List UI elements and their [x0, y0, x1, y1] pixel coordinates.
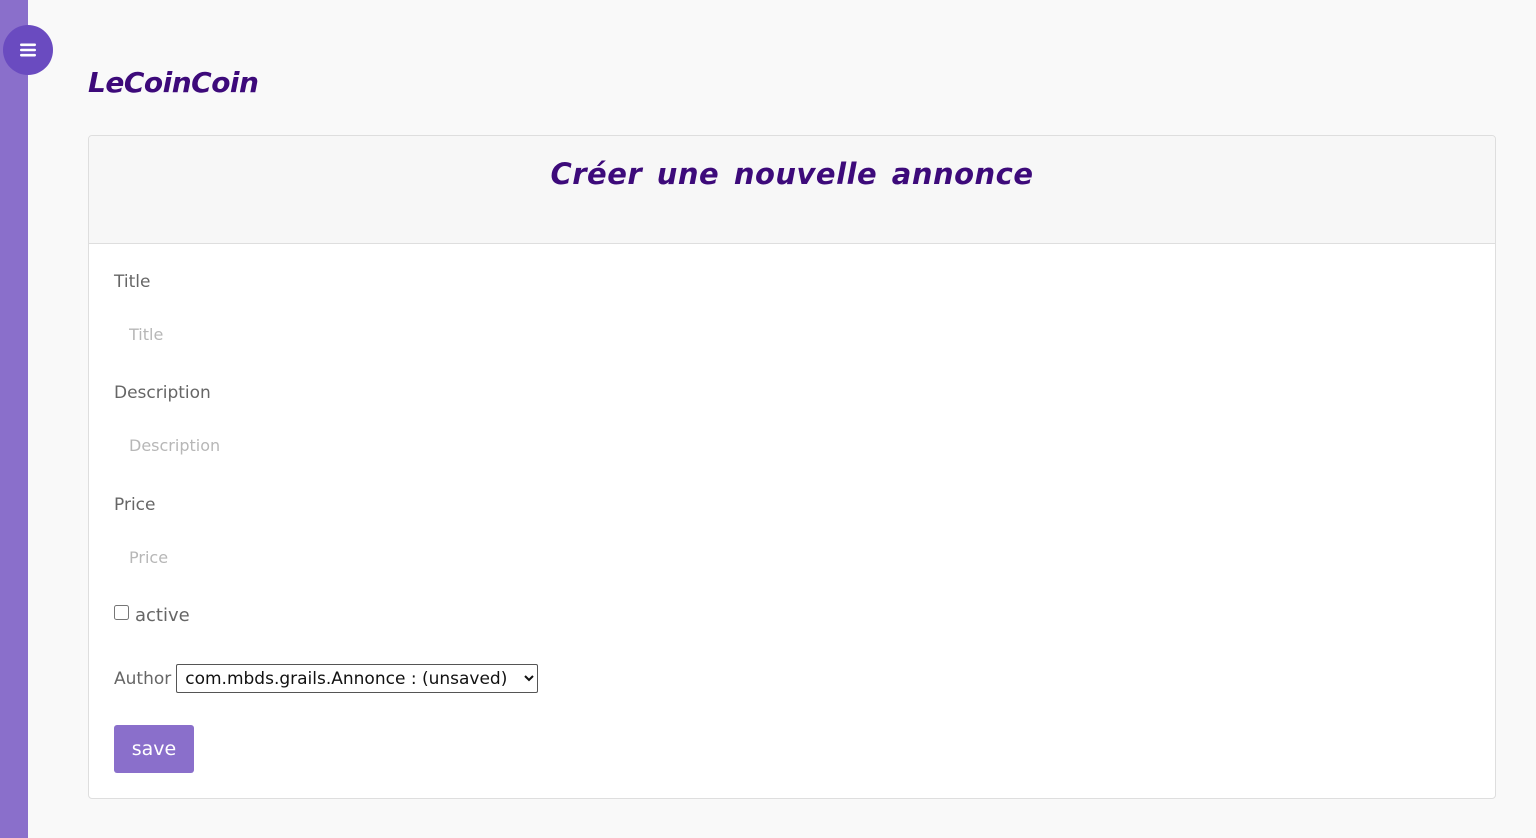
active-label: active: [135, 605, 190, 626]
save-button[interactable]: save: [114, 725, 194, 773]
active-row: active: [114, 605, 190, 626]
sidebar: [0, 0, 28, 838]
active-checkbox[interactable]: [114, 605, 129, 620]
card-header: Créer une nouvelle annonce: [89, 136, 1495, 244]
page-title: Créer une nouvelle annonce: [550, 157, 1034, 191]
price-input[interactable]: [114, 540, 714, 574]
author-select[interactable]: com.mbds.grails.Annonce : (unsaved): [176, 664, 539, 693]
price-label: Price: [114, 495, 156, 515]
author-label: Author: [114, 668, 172, 689]
brand-logo[interactable]: LeCoinCoin: [88, 66, 259, 99]
create-ad-card: Créer une nouvelle annonce Title Descrip…: [88, 135, 1496, 799]
description-label: Description: [114, 383, 211, 403]
menu-toggle-button[interactable]: [3, 25, 53, 75]
description-input[interactable]: [114, 428, 714, 462]
title-input[interactable]: [114, 317, 714, 351]
title-label: Title: [114, 272, 151, 292]
author-row: Author com.mbds.grails.Annonce : (unsave…: [114, 664, 539, 693]
hamburger-menu-icon: [20, 43, 36, 57]
